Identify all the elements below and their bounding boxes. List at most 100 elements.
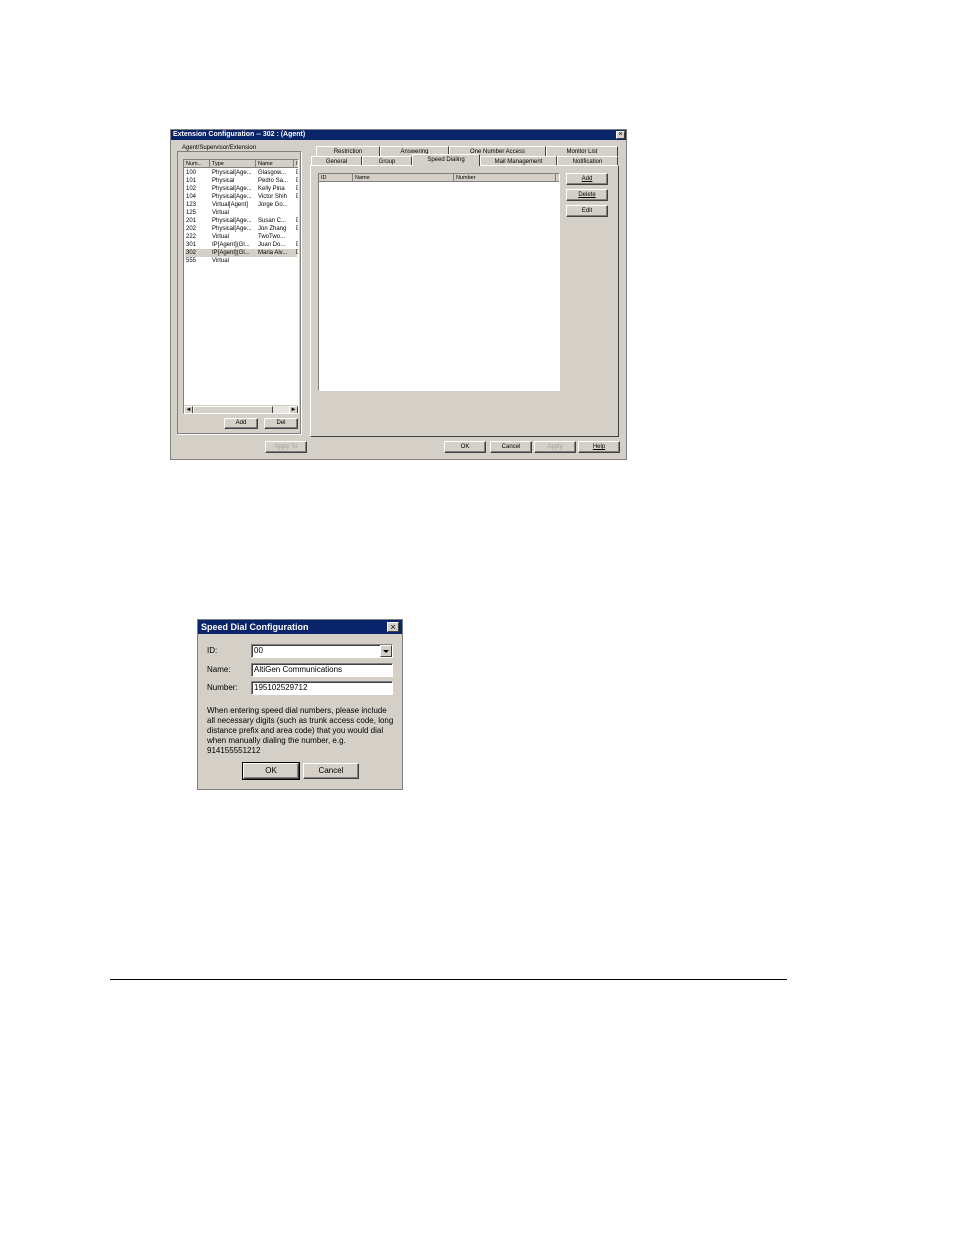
list-cell-extra: D — [296, 185, 298, 193]
list-cell-num: 302 — [186, 250, 197, 256]
list-cell-num: 201 — [186, 218, 197, 224]
id-value: 00 — [254, 646, 263, 655]
cancel-button[interactable]: Cancel — [490, 441, 532, 453]
id-select[interactable]: 00 — [251, 644, 393, 658]
list-cell-name: Pedro Sa... — [258, 178, 289, 184]
list-item[interactable]: 555 Virtual — [185, 257, 297, 265]
list-cell-name: Victor Shih — [258, 194, 287, 200]
list-item[interactable]: 222 Virtual TwoTwo... — [185, 233, 297, 241]
close-icon[interactable]: × — [616, 131, 625, 139]
list-cell-num: 104 — [186, 194, 197, 200]
apply-to-button[interactable]: Apply To — [265, 441, 307, 453]
list-cell-type: Physical — [212, 178, 235, 184]
extension-list[interactable]: Num... Type Name I 100 Physical[Age... Gla… — [183, 159, 299, 414]
tab-restriction[interactable]: Restriction — [316, 146, 380, 156]
list-cell-num: 125 — [186, 210, 197, 216]
col-header-blank — [556, 174, 559, 182]
list-cell-num: 102 — [186, 186, 197, 192]
list-cell-type: Physical[Age... — [212, 186, 252, 192]
group-label: Agent/Supervisor/Extension — [181, 145, 258, 151]
col-header-type[interactable]: Type — [210, 160, 256, 168]
list-cell-type: Virtual[Agent] — [212, 202, 248, 208]
list-cell-type: Physical[Age... — [212, 194, 252, 200]
extension-configuration-window: Extension Configuration -- 302 : (Agent)… — [170, 129, 627, 460]
scroll-left-icon[interactable]: ◄ — [184, 406, 193, 413]
dialog-ok-button[interactable]: OK — [242, 762, 300, 780]
list-cell-name: Juan Do... — [258, 242, 286, 248]
scroll-right-icon[interactable]: ► — [289, 406, 298, 413]
id-label: ID: — [207, 646, 218, 655]
scroll-thumb[interactable] — [193, 406, 273, 413]
list-item[interactable]: 125 Virtual — [185, 209, 297, 217]
instruction-text: When entering speed dial numbers, please… — [207, 706, 394, 755]
list-cell-num: 101 — [186, 178, 197, 184]
window-title: Extension Configuration -- 302 : (Agent) — [171, 130, 626, 140]
list-cell-type: Virtual — [212, 258, 229, 264]
speed-edit-button[interactable]: Edit — [566, 205, 608, 217]
speed-delete-button[interactable]: Delete — [566, 189, 608, 201]
horizontal-scrollbar[interactable]: ◄ ► — [184, 405, 298, 413]
list-cell-num: 301 — [186, 242, 197, 248]
col-header-extra[interactable]: I — [294, 160, 298, 168]
list-cell-num: 555 — [186, 258, 197, 264]
list-cell-name: Jorge Go... — [258, 202, 288, 208]
list-item[interactable]: 104 Physical[Age... Victor Shih D — [185, 193, 298, 201]
list-cell-name: Susan C... — [258, 218, 287, 224]
col-header-number[interactable]: Number — [454, 174, 556, 182]
list-cell-name: Kelly Pina — [258, 186, 285, 192]
list-cell-name: TwoTwo... — [258, 234, 286, 240]
col-header-name[interactable]: Name — [256, 160, 294, 168]
list-item[interactable]: 100 Physical[Age... Glasgow... D — [185, 169, 298, 177]
list-cell-type: IP[Agent](Gl... — [212, 250, 250, 256]
close-icon[interactable]: × — [387, 622, 399, 632]
delete-extension-button[interactable]: Del — [264, 418, 298, 429]
list-cell-extra: D — [296, 177, 298, 185]
speed-dial-dialog: Speed Dial Configuration × ID: 00 Name: … — [197, 619, 403, 790]
list-cell-num: 202 — [186, 226, 197, 232]
list-cell-type: Physical[Age... — [212, 170, 252, 176]
list-cell-type: Virtual — [212, 210, 229, 216]
chevron-down-icon[interactable] — [380, 645, 392, 657]
help-button[interactable]: Help — [578, 441, 620, 453]
list-cell-type: IP[Agent](Gl... — [212, 242, 250, 248]
speed-dial-list[interactable]: ID Name Number — [318, 173, 560, 391]
number-label: Number: — [207, 683, 238, 692]
list-item[interactable]: 102 Physical[Age... Kelly Pina D — [185, 185, 298, 193]
list-cell-extra: D — [296, 249, 298, 257]
dialog-cancel-button[interactable]: Cancel — [303, 763, 359, 779]
list-cell-name: Maria Alv... — [258, 250, 288, 256]
list-cell-extra: D — [296, 193, 298, 201]
list-cell-num: 123 — [186, 202, 197, 208]
name-label: Name: — [207, 665, 231, 674]
list-item[interactable]: 202 Physical[Age... Jon Zhang D — [185, 225, 298, 233]
list-cell-name: Jon Zhang — [258, 226, 287, 232]
ok-button[interactable]: OK — [444, 441, 486, 453]
list-cell-type: Physical[Age... — [212, 218, 252, 224]
list-cell-num: 100 — [186, 170, 197, 176]
apply-button[interactable]: Apply — [534, 441, 576, 453]
list-cell-extra: D — [296, 217, 298, 225]
list-cell-extra: D — [296, 225, 298, 233]
tab-monitor-list[interactable]: Monitor List — [546, 146, 618, 156]
horizontal-divider — [110, 979, 787, 980]
list-cell-type: Physical[Age... — [212, 226, 252, 232]
dialog-title: Speed Dial Configuration — [198, 620, 402, 634]
list-item[interactable]: 302 IP[Agent](Gl... Maria Alv... D — [185, 249, 298, 257]
tab-speed-dialing[interactable]: Speed Dialing — [412, 154, 480, 166]
col-header-speed-name[interactable]: Name — [353, 174, 454, 182]
add-extension-button[interactable]: Add — [224, 418, 258, 429]
list-item[interactable]: 301 IP[Agent](Gl... Juan Do... D — [185, 241, 298, 249]
col-header-num[interactable]: Num... — [184, 160, 210, 168]
list-cell-extra: D — [296, 241, 298, 249]
list-cell-num: 222 — [186, 234, 197, 240]
list-cell-extra: D — [296, 169, 298, 177]
name-input[interactable]: AltiGen Communications — [251, 663, 393, 677]
list-cell-type: Virtual — [212, 234, 229, 240]
list-item[interactable]: 201 Physical[Age... Susan C... D — [185, 217, 298, 225]
number-input[interactable]: 195102529712 — [251, 681, 393, 695]
list-item[interactable]: 123 Virtual[Agent] Jorge Go... — [185, 201, 297, 209]
col-header-id[interactable]: ID — [319, 174, 353, 182]
list-item[interactable]: 101 Physical Pedro Sa... D — [185, 177, 298, 185]
speed-add-button[interactable]: Add — [566, 173, 608, 185]
list-cell-name: Glasgow... — [258, 170, 287, 176]
